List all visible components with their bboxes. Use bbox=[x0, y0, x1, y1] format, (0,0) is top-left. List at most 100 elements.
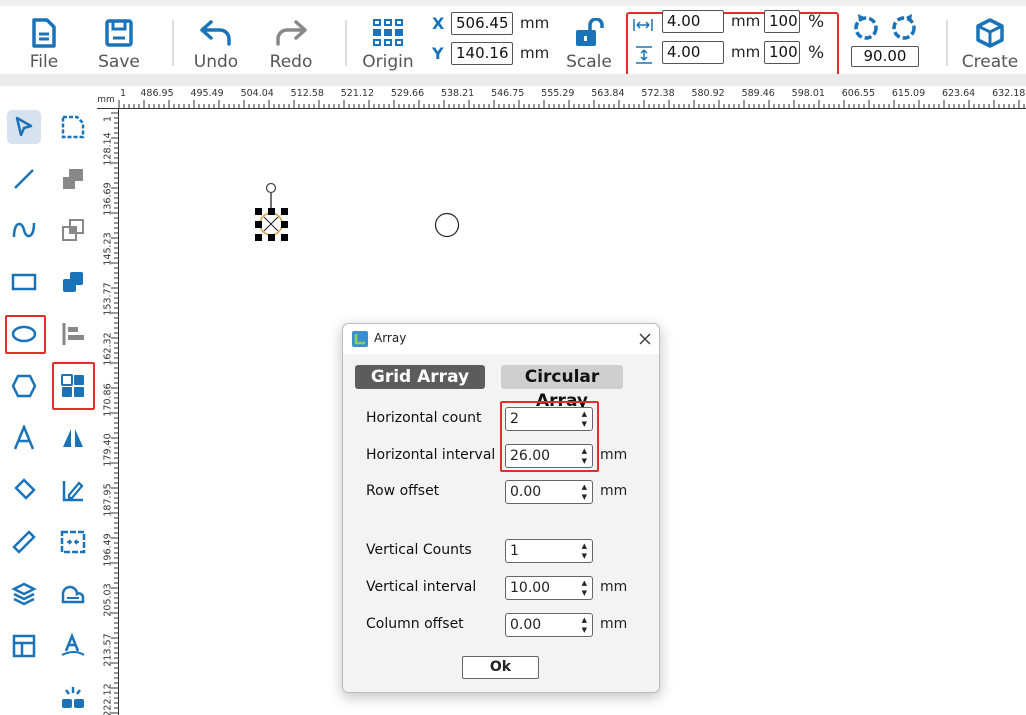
spin-input[interactable]: 1 ▲ ▼ bbox=[505, 539, 593, 563]
scale-lock-button[interactable]: Scale bbox=[554, 12, 624, 72]
toolbar: File Save Undo Redo Origin X Y 506.45 14… bbox=[0, 6, 1026, 77]
spin-input[interactable]: 10.00 ▲ ▼ bbox=[505, 576, 593, 600]
undo-button[interactable]: Undo bbox=[181, 12, 251, 72]
ruler-label: 632.18 bbox=[992, 88, 1026, 99]
array-dialog: Array Grid Array Circular Array Horizont… bbox=[342, 323, 660, 693]
toolbar-divider bbox=[0, 74, 1026, 86]
tool-eraser[interactable] bbox=[7, 473, 41, 507]
tool-curve[interactable] bbox=[7, 213, 41, 247]
field-unit: mm bbox=[600, 447, 628, 463]
spin-value[interactable]: 1 bbox=[510, 543, 519, 559]
ruler-label: 222.12 bbox=[102, 683, 114, 715]
tool-union[interactable] bbox=[56, 162, 90, 196]
spin-down-icon[interactable]: ▼ bbox=[582, 493, 587, 501]
spin-value[interactable]: 0.00 bbox=[510, 617, 541, 633]
spin-input[interactable]: 0.00 ▲ ▼ bbox=[505, 480, 593, 504]
tool-line[interactable] bbox=[7, 162, 41, 196]
rotate-angle-input[interactable]: 90.00 bbox=[851, 46, 919, 67]
spin-down-icon[interactable]: ▼ bbox=[582, 552, 587, 560]
tool-polygon[interactable] bbox=[7, 369, 41, 403]
tool-rectangle[interactable] bbox=[7, 265, 41, 299]
close-icon[interactable] bbox=[638, 332, 652, 346]
spin-down-icon[interactable]: ▼ bbox=[582, 589, 587, 597]
tool-intersect[interactable] bbox=[56, 213, 90, 247]
mirror-icon bbox=[63, 429, 83, 447]
height-unit: mm bbox=[731, 43, 761, 61]
selected-circle[interactable] bbox=[250, 178, 296, 246]
tool-crop-corner[interactable] bbox=[56, 110, 90, 144]
field-label: Vertical interval bbox=[366, 579, 477, 595]
spin-down-icon[interactable]: ▼ bbox=[582, 626, 587, 634]
rotate-right-icon[interactable] bbox=[890, 12, 918, 42]
width-percent-sign: % bbox=[808, 12, 825, 32]
ruler-label: 128.14 bbox=[102, 132, 114, 166]
fit-icon bbox=[60, 530, 86, 554]
align-left-icon bbox=[62, 323, 84, 345]
tool-layout[interactable] bbox=[7, 629, 41, 663]
ruler-label: 495.49 bbox=[190, 88, 224, 99]
app-logo-icon bbox=[352, 331, 368, 347]
tool-text-on-path[interactable] bbox=[56, 629, 90, 663]
ruler-label: 555.29 bbox=[541, 88, 575, 99]
tool-edit-node[interactable] bbox=[56, 473, 90, 507]
field-label: Horizontal interval bbox=[366, 447, 496, 463]
create-button[interactable]: Create bbox=[955, 12, 1025, 72]
y-position-input[interactable]: 140.16 bbox=[451, 42, 513, 65]
width-percent-input[interactable]: 100 bbox=[764, 10, 800, 33]
tool-select[interactable] bbox=[7, 110, 41, 144]
tool-mirror[interactable] bbox=[56, 421, 90, 455]
intersect-icon bbox=[62, 219, 84, 241]
field-label: Column offset bbox=[366, 616, 464, 632]
x-label: X bbox=[432, 14, 445, 33]
field-unit: mm bbox=[600, 616, 628, 632]
field-unit: mm bbox=[600, 579, 628, 595]
tool-fit[interactable] bbox=[56, 525, 90, 559]
ellipse-tool-highlight bbox=[5, 315, 46, 354]
ruler-label: 580.92 bbox=[691, 88, 725, 99]
text-on-path-icon bbox=[61, 633, 85, 656]
spin-up-icon[interactable]: ▲ bbox=[582, 542, 587, 550]
ruler-label: 504.04 bbox=[240, 88, 274, 99]
rotate-handle-icon[interactable] bbox=[265, 182, 277, 194]
tool-align-left[interactable] bbox=[56, 317, 90, 351]
separator bbox=[946, 20, 948, 66]
height-percent-input[interactable]: 100 bbox=[764, 41, 800, 64]
rotate-left-icon[interactable] bbox=[852, 12, 880, 42]
redo-button[interactable]: Redo bbox=[256, 12, 326, 72]
union-icon bbox=[63, 169, 83, 189]
height-input[interactable]: 4.00 bbox=[662, 41, 724, 64]
spin-input[interactable]: 0.00 ▲ ▼ bbox=[505, 613, 593, 637]
origin-button[interactable]: Origin bbox=[353, 12, 423, 72]
crop-corner-icon bbox=[61, 115, 85, 139]
tool-contour[interactable] bbox=[56, 577, 90, 611]
layout-icon bbox=[12, 634, 36, 658]
tool-combine[interactable] bbox=[56, 265, 90, 299]
tool-text[interactable] bbox=[7, 421, 41, 455]
ruler-label: 538.21 bbox=[440, 88, 475, 99]
tool-explode[interactable] bbox=[56, 681, 90, 715]
spin-up-icon[interactable]: ▲ bbox=[582, 616, 587, 624]
ruler-label: 521.12 bbox=[340, 88, 375, 99]
spin-value[interactable]: 10.00 bbox=[510, 580, 550, 596]
tool-ruler[interactable] bbox=[7, 525, 41, 559]
unlock-icon bbox=[576, 18, 604, 46]
vertical-ruler[interactable]: 1 128.14 136.69 145.23 153.77 162.32 170.86 17… bbox=[97, 109, 119, 715]
width-icon bbox=[633, 19, 653, 31]
spin-up-icon[interactable]: ▲ bbox=[582, 579, 587, 587]
spin-value[interactable]: 0.00 bbox=[510, 484, 541, 500]
ok-button[interactable]: Ok bbox=[462, 656, 539, 679]
contour-icon bbox=[61, 585, 85, 604]
polygon-icon bbox=[11, 374, 37, 398]
separator bbox=[172, 20, 174, 66]
tab-grid-array[interactable]: Grid Array bbox=[355, 365, 485, 389]
spin-up-icon[interactable]: ▲ bbox=[582, 483, 587, 491]
horizontal-ruler[interactable]: mm 1 486.95 495.49 504.04 512.58 521.12 529.6… bbox=[97, 86, 1026, 109]
x-position-input[interactable]: 506.45 bbox=[451, 12, 513, 35]
y-unit: mm bbox=[520, 44, 550, 62]
tab-circular-array[interactable]: Circular Array bbox=[501, 365, 623, 411]
field-label: Horizontal count bbox=[366, 410, 482, 426]
width-input[interactable]: 4.00 bbox=[662, 10, 724, 33]
edit-node-icon bbox=[62, 481, 84, 502]
line-icon bbox=[14, 169, 34, 189]
tool-layers[interactable] bbox=[7, 577, 41, 611]
